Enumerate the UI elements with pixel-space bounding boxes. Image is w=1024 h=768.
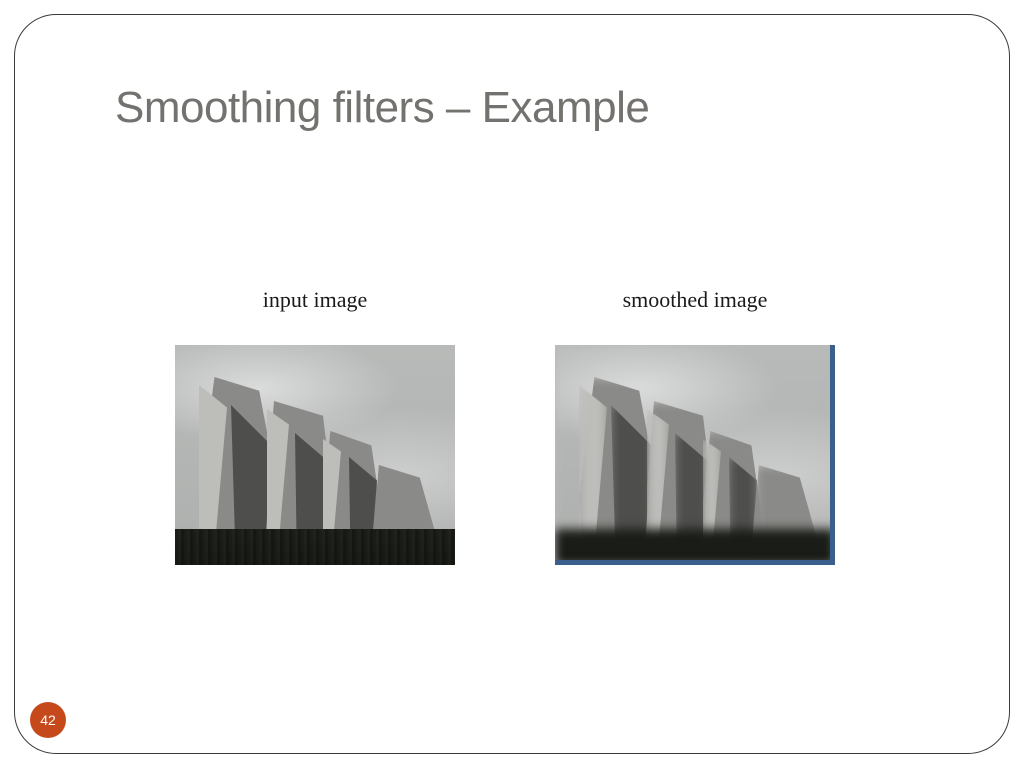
page-number-badge: 42 [30, 702, 66, 738]
image-smoothed [555, 345, 835, 565]
figure-smoothed: smoothed image [555, 287, 835, 565]
caption-input: input image [263, 287, 367, 313]
figure-input: input image [175, 287, 455, 565]
caption-smoothed: smoothed image [623, 287, 768, 313]
figure-row: input image smoothed image [175, 287, 835, 565]
slide-title: Smoothing filters – Example [115, 83, 649, 133]
slide-frame: Smoothing filters – Example input image … [14, 14, 1010, 754]
image-input [175, 345, 455, 565]
